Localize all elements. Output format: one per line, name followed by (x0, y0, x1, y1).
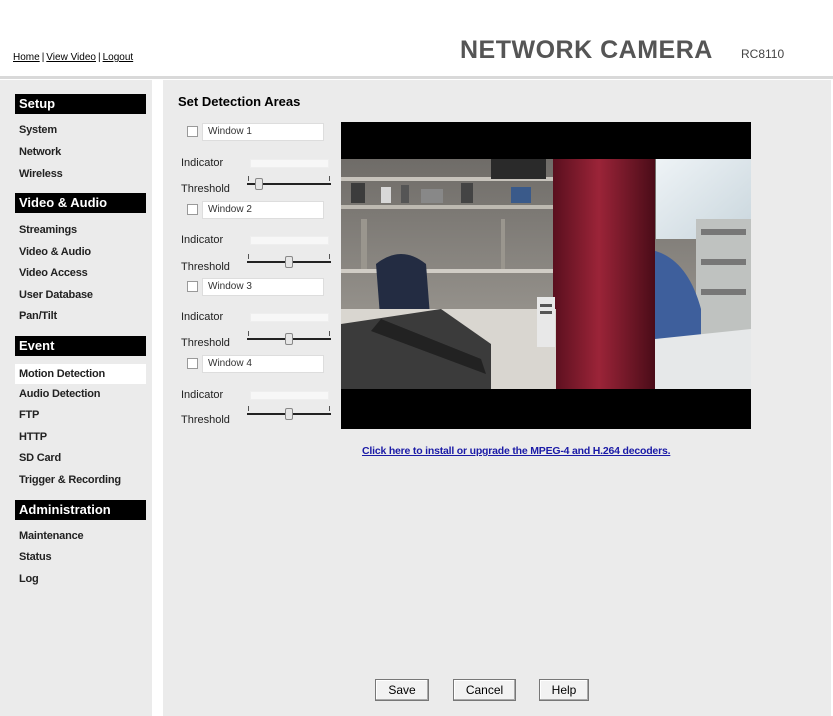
link-separator: | (41, 52, 45, 63)
save-button[interactable]: Save (375, 679, 429, 701)
window-3-threshold-thumb[interactable] (285, 333, 293, 345)
cancel-button[interactable]: Cancel (453, 679, 516, 701)
window-4-threshold-thumb[interactable] (285, 408, 293, 420)
window-3-name-field[interactable]: Window 3 (202, 278, 324, 296)
sidebar-item-video-audio[interactable]: Video & Audio (19, 246, 91, 258)
sidebar-item-status[interactable]: Status (19, 551, 52, 563)
sidebar-item-ftp[interactable]: FTP (19, 409, 39, 421)
window-2-threshold-slider[interactable] (247, 254, 331, 270)
window-2-indicator-label: Indicator (181, 234, 224, 246)
brand-title: NETWORK CAMERA (460, 36, 713, 64)
home-link[interactable]: Home (13, 52, 40, 63)
window-4-indicator-label: Indicator (181, 389, 224, 401)
window-4-row: Window 4 (180, 355, 324, 373)
window-2-name-field[interactable]: Window 2 (202, 201, 324, 219)
window-2-indicator-bar (250, 236, 329, 245)
window-3-indicator-label: Indicator (181, 311, 224, 323)
window-3-checkbox[interactable] (187, 281, 198, 292)
window-1-threshold-slider[interactable] (247, 176, 331, 192)
window-1-indicator-bar (250, 159, 329, 168)
window-1-row: Window 1 (180, 123, 324, 141)
window-3-indicator-bar (250, 313, 329, 322)
sidebar-item-maintenance[interactable]: Maintenance (19, 530, 84, 542)
window-3-threshold-slider[interactable] (247, 331, 331, 347)
sidebar-item-system[interactable]: System (19, 124, 57, 136)
sidebar-item-motion-detection[interactable]: Motion Detection (15, 364, 146, 384)
sidebar-item-network[interactable]: Network (19, 146, 61, 158)
sidebar-item-pan-tilt[interactable]: Pan/Tilt (19, 310, 57, 322)
sidebar-item-audio-detection[interactable]: Audio Detection (19, 388, 101, 400)
window-3-threshold-label: Threshold (181, 337, 230, 349)
window-1-checkbox[interactable] (187, 126, 198, 137)
window-1-threshold-thumb[interactable] (255, 178, 263, 190)
sidebar-item-log[interactable]: Log (19, 573, 39, 585)
decoder-install-link[interactable]: Click here to install or upgrade the MPE… (362, 445, 671, 457)
window-1-indicator-label: Indicator (181, 157, 224, 169)
logout-link[interactable]: Logout (103, 52, 134, 63)
window-2-threshold-label: Threshold (181, 261, 230, 273)
window-3-row: Window 3 (180, 278, 324, 296)
model-name: RC8110 (741, 47, 785, 61)
sidebar-item-video-access[interactable]: Video Access (19, 267, 88, 279)
window-4-threshold-label: Threshold (181, 414, 230, 426)
window-4-checkbox[interactable] (187, 358, 198, 369)
sidebar-item-http[interactable]: HTTP (19, 431, 47, 443)
section-header-event: Event (15, 336, 146, 356)
sidebar-item-sd-card[interactable]: SD Card (19, 452, 61, 464)
view-video-link[interactable]: View Video (46, 52, 96, 63)
window-4-indicator-bar (250, 391, 329, 400)
sidebar-item-user-database[interactable]: User Database (19, 289, 93, 301)
window-2-row: Window 2 (180, 201, 324, 219)
window-4-threshold-slider[interactable] (247, 406, 331, 422)
window-2-threshold-thumb[interactable] (285, 256, 293, 268)
section-header-administration: Administration (15, 500, 146, 520)
link-separator: | (97, 52, 101, 63)
window-1-threshold-label: Threshold (181, 183, 230, 195)
top-nav-links: Home | View Video | Logout (13, 52, 133, 63)
page-title: Set Detection Areas (178, 94, 301, 109)
sidebar-item-wireless[interactable]: Wireless (19, 168, 63, 180)
video-preview[interactable] (341, 122, 751, 429)
section-header-setup: Setup (15, 94, 146, 114)
sidebar-divider (152, 80, 163, 716)
section-header-video-audio: Video & Audio (15, 193, 146, 213)
help-button[interactable]: Help (539, 679, 589, 701)
camera-view-image (341, 159, 751, 389)
header-divider (0, 76, 833, 79)
sidebar-item-streamings[interactable]: Streamings (19, 224, 77, 236)
sidebar-item-trigger-recording[interactable]: Trigger & Recording (19, 474, 121, 486)
camera-scene-svg (341, 159, 751, 389)
window-2-checkbox[interactable] (187, 204, 198, 215)
window-4-name-field[interactable]: Window 4 (202, 355, 324, 373)
window-1-name-field[interactable]: Window 1 (202, 123, 324, 141)
